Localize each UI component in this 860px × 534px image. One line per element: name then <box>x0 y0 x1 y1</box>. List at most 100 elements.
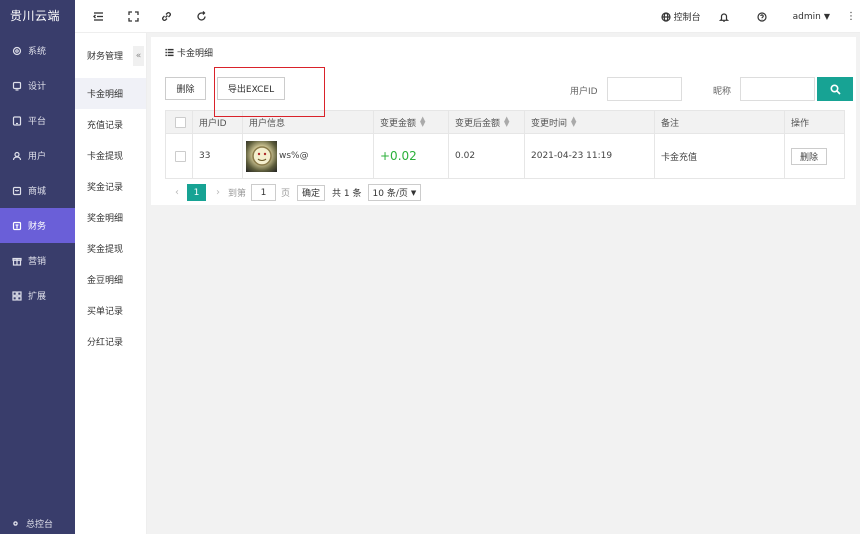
subnav-item-gold-bean[interactable]: 金豆明细 <box>75 264 146 295</box>
sidebar-item-label: 平台 <box>28 117 47 127</box>
menu-toggle-icon[interactable] <box>92 10 105 23</box>
select-all-checkbox[interactable] <box>175 116 186 128</box>
nickname-input[interactable] <box>740 77 815 101</box>
sidebar-item-label: 营销 <box>28 257 47 267</box>
subnav-item-recharge[interactable]: 充值记录 <box>75 109 146 140</box>
dashboard-label: 总控台 <box>26 520 54 530</box>
user-icon <box>11 150 22 161</box>
data-table: 用户ID 用户信息 变更金额 ▲ ▼ 变更后金额 ▲ ▼ 变更时间 ▲ ▼ 备注 操作 33… <box>165 110 845 179</box>
sidebar-item-label: 商城 <box>28 187 47 197</box>
sort-icon: ▲ ▼ <box>504 115 510 128</box>
globe-icon <box>661 11 671 22</box>
caret-down-icon: ▼ <box>823 12 830 21</box>
pagination: ‹ 1 › 到第 1 页 确定 共 1 条 10 条/页 ▼ <box>165 184 422 201</box>
sidebar-item-extend[interactable]: 扩展 <box>0 278 75 313</box>
content-card: 卡金明细 删除 导出EXCEL 用户ID 昵称 用户ID 用户信息 变更金额 ▲ ▼… <box>151 37 856 205</box>
avatar <box>246 140 277 172</box>
subnav-item-card-withdraw[interactable]: 卡金提现 <box>75 140 146 171</box>
subnav-item-bonus-withdraw[interactable]: 奖金提现 <box>75 233 146 264</box>
store-icon <box>11 185 22 196</box>
next-page-icon[interactable]: › <box>216 187 220 198</box>
list-icon <box>165 48 174 57</box>
user-menu[interactable]: admin ▼ <box>793 12 830 22</box>
sidebar-item-marketing[interactable]: 营销 <box>0 243 75 278</box>
col-note: 备注 <box>655 111 785 133</box>
cell-note: 卡金充值 <box>655 134 785 178</box>
sort-icon: ▲ ▼ <box>571 115 577 128</box>
search-button[interactable] <box>817 77 853 101</box>
table-row: 33 ws%@ +0.02 0.02 2021-04-23 11:19 卡金充值… <box>166 134 844 178</box>
main-nav: 系统 设计 平台 用户 商城 财务 营销 扩展 <box>0 33 75 313</box>
control-panel-link[interactable]: 控制台 <box>661 10 701 23</box>
total-count: 共 1 条 <box>332 189 362 199</box>
settings-icon <box>11 45 22 56</box>
userid-input[interactable] <box>607 77 682 101</box>
page-label: 页 <box>281 189 291 199</box>
subnav-item-card-detail[interactable]: 卡金明细 <box>75 78 146 109</box>
sub-sidebar: 财务管理 « 卡金明细 充值记录 卡金提现 奖金记录 奖金明细 奖金提现 金豆明… <box>75 33 147 534</box>
sub-sidebar-title: 财务管理 <box>87 52 124 62</box>
row-delete-button[interactable]: 删除 <box>791 147 828 165</box>
tablet-icon <box>11 115 22 126</box>
refresh-icon[interactable] <box>195 10 208 23</box>
chevron-down-icon: ▼ <box>410 188 417 197</box>
userid-label: 用户ID <box>570 87 598 97</box>
col-change[interactable]: 变更金额 ▲ ▼ <box>374 111 449 133</box>
user-nickname: ws%@ <box>279 151 309 161</box>
delete-button[interactable]: 删除 <box>165 77 206 100</box>
more-icon[interactable]: ⋮ <box>846 11 856 21</box>
sort-icon: ▲ ▼ <box>420 115 426 128</box>
highlight-box <box>214 67 325 117</box>
cell-change: +0.02 <box>374 134 449 178</box>
main-sidebar: 贵川云端 系统 设计 平台 用户 商城 财务 营销 扩展 总控台 <box>0 0 75 534</box>
cell-action: 删除 <box>785 134 844 178</box>
sidebar-item-finance[interactable]: 财务 <box>0 208 75 243</box>
col-action: 操作 <box>785 111 844 133</box>
sidebar-item-label: 用户 <box>28 152 47 162</box>
goto-label: 到第 <box>228 189 247 199</box>
sidebar-item-system[interactable]: 系统 <box>0 33 75 68</box>
current-page[interactable]: 1 <box>187 184 206 201</box>
nickname-label: 昵称 <box>713 87 732 97</box>
gear-icon <box>11 519 20 528</box>
card-title-text: 卡金明细 <box>177 48 214 59</box>
sub-sidebar-header: 财务管理 « <box>75 33 146 78</box>
cell-userid: 33 <box>193 134 243 178</box>
sidebar-item-label: 扩展 <box>28 292 47 302</box>
sidebar-item-label: 财务 <box>28 222 47 232</box>
sidebar-item-label: 系统 <box>28 47 47 57</box>
sidebar-item-design[interactable]: 设计 <box>0 68 75 103</box>
goto-confirm-button[interactable]: 确定 <box>297 184 326 201</box>
goto-page-input[interactable]: 1 <box>251 184 277 201</box>
top-header: 控制台 admin ▼ ⋮ <box>75 0 860 33</box>
cell-after: 0.02 <box>449 134 525 178</box>
prev-page-icon[interactable]: ‹ <box>175 187 179 198</box>
control-panel-label: 控制台 <box>673 13 701 23</box>
subnav-item-dividend[interactable]: 分红记录 <box>75 326 146 357</box>
finance-icon <box>11 220 22 231</box>
monitor-icon <box>11 80 22 91</box>
sidebar-item-dashboard[interactable]: 总控台 <box>11 517 53 530</box>
link-icon[interactable] <box>160 10 173 23</box>
brand-logo: 贵川云端 <box>10 9 61 23</box>
subnav-item-bonus-detail[interactable]: 奖金明细 <box>75 202 146 233</box>
row-select-cell <box>166 134 193 178</box>
header-right: 控制台 admin ▼ ⋮ <box>661 0 860 33</box>
collapse-button[interactable]: « <box>133 46 144 66</box>
sidebar-item-store[interactable]: 商城 <box>0 173 75 208</box>
sidebar-item-platform[interactable]: 平台 <box>0 103 75 138</box>
bell-icon[interactable] <box>718 12 732 22</box>
fullscreen-icon[interactable] <box>127 10 140 23</box>
row-checkbox[interactable] <box>175 150 186 162</box>
username: admin <box>792 11 821 22</box>
col-after[interactable]: 变更后金额 ▲ ▼ <box>449 111 525 133</box>
col-time[interactable]: 变更时间 ▲ ▼ <box>525 111 655 133</box>
subnav-item-bonus-record[interactable]: 奖金记录 <box>75 171 146 202</box>
sidebar-item-users[interactable]: 用户 <box>0 138 75 173</box>
subnav-item-orders[interactable]: 买单记录 <box>75 295 146 326</box>
cell-time: 2021-04-23 11:19 <box>525 134 655 178</box>
page-size-value: 10 条/页 <box>372 189 408 199</box>
page-size-select[interactable]: 10 条/页 ▼ <box>367 184 422 201</box>
card-title: 卡金明细 <box>151 37 856 67</box>
help-icon[interactable] <box>757 11 770 22</box>
